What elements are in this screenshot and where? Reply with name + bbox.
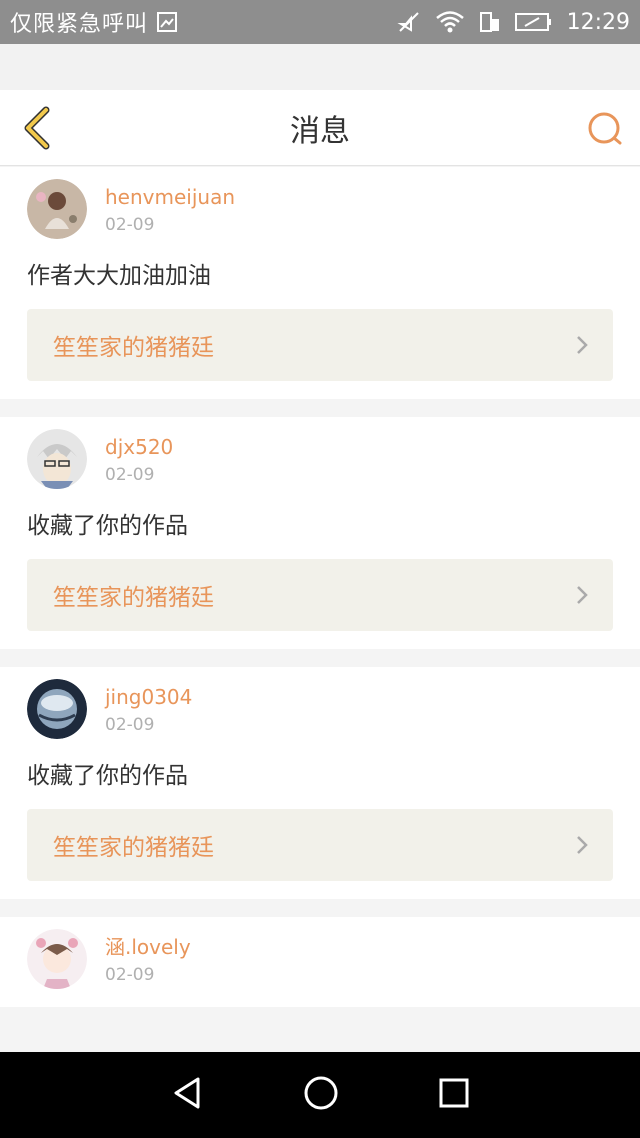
message-text: 收藏了你的作品 [27,513,188,539]
status-bar: 仅限紧急呼叫 12:29 [0,0,640,44]
work-link[interactable]: 笙笙家的猪猪廷 [27,809,613,881]
system-nav-bar [0,1052,640,1138]
chevron-right-icon [575,334,589,356]
chevron-right-icon [575,584,589,606]
message-date: 02-09 [105,215,155,235]
message-card: 涵.lovely 02-09 [0,917,640,1007]
username[interactable]: 涵.lovely [105,933,191,961]
clock: 12:29 [566,9,630,35]
avatar[interactable] [27,679,87,739]
chevron-left-icon [24,106,50,150]
work-title: 笙笙家的猪猪廷 [53,335,214,361]
message-date: 02-09 [105,465,155,485]
work-title: 笙笙家的猪猪廷 [53,585,214,611]
avatar[interactable] [27,929,87,989]
username[interactable]: djx520 [105,433,173,461]
message-text: 作者大大加油加油 [27,263,211,289]
wifi-icon [435,10,465,34]
message-date: 02-09 [105,715,155,735]
work-link[interactable]: 笙笙家的猪猪廷 [27,559,613,631]
username[interactable]: henvmeijuan [105,183,235,211]
message-date: 02-09 [105,965,155,985]
work-link[interactable]: 笙笙家的猪猪廷 [27,309,613,381]
recents-square-icon[interactable] [438,1077,470,1113]
avatar[interactable] [27,429,87,489]
message-card: djx520 02-09 收藏了你的作品 笙笙家的猪猪廷 [0,417,640,649]
work-title: 笙笙家的猪猪廷 [53,835,214,861]
page-title: 消息 [290,113,350,149]
carrier-text: 仅限紧急呼叫 [10,12,149,37]
battery-icon [514,11,553,33]
chevron-right-icon [575,834,589,856]
back-button[interactable] [14,106,58,150]
message-text: 收藏了你的作品 [27,763,188,789]
status-left: 仅限紧急呼叫 [10,6,178,38]
message-list[interactable]: henvmeijuan 02-09 作者大大加油加油 笙笙家的猪猪廷 djx52… [0,167,640,1052]
home-circle-icon[interactable] [303,1075,339,1115]
search-button[interactable] [584,108,626,150]
username[interactable]: jing0304 [105,683,192,711]
message-card: henvmeijuan 02-09 作者大大加油加油 笙笙家的猪猪廷 [0,167,640,399]
header-spacer [0,44,640,90]
sim-icon [156,11,178,33]
status-right: 12:29 [396,9,630,35]
mute-icon [396,10,421,34]
app-header: 消息 [0,90,640,166]
avatar[interactable] [27,179,87,239]
search-icon [588,112,622,145]
back-triangle-icon[interactable] [170,1075,204,1115]
message-card: jing0304 02-09 收藏了你的作品 笙笙家的猪猪廷 [0,667,640,899]
data-icon [479,10,501,34]
